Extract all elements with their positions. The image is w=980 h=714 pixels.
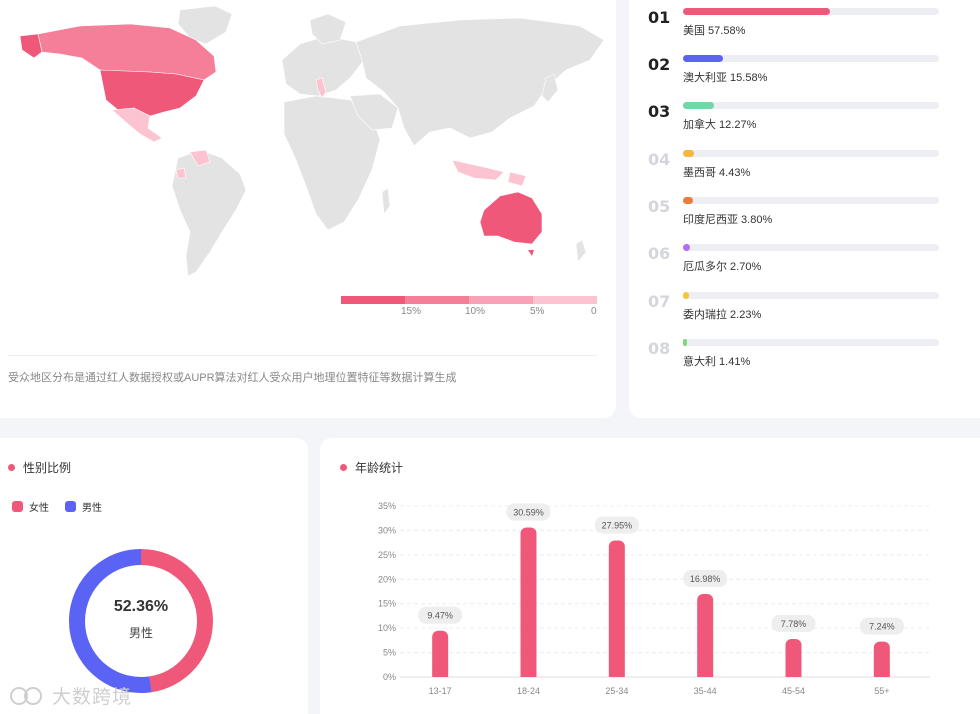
age-bar-base bbox=[432, 671, 449, 677]
age-bar-base bbox=[697, 671, 714, 677]
data-label: 7.24% bbox=[869, 622, 895, 632]
age-bar-chart: 0% 5% 10% 15% 20% 25% 30% 35% 9.47% 13-17 30.59% 18… bbox=[378, 501, 930, 696]
age-bar-base bbox=[873, 671, 890, 677]
age-bar[interactable] bbox=[432, 630, 449, 677]
data-label: 30.59% bbox=[513, 508, 544, 518]
x-tick-label: 35-44 bbox=[694, 686, 717, 696]
x-tick-label: 55+ bbox=[874, 686, 889, 696]
data-label: 7.78% bbox=[781, 619, 807, 629]
age-bar[interactable] bbox=[520, 527, 537, 677]
data-label: 27.95% bbox=[602, 520, 633, 530]
x-tick-label: 45-54 bbox=[782, 686, 805, 696]
y-tick-label: 10% bbox=[378, 623, 396, 633]
data-label: 9.47% bbox=[427, 611, 453, 621]
age-bar-base bbox=[608, 671, 625, 677]
x-tick-label: 18-24 bbox=[517, 686, 540, 696]
x-tick-label: 13-17 bbox=[429, 686, 452, 696]
y-tick-label: 5% bbox=[383, 648, 396, 658]
y-tick-label: 30% bbox=[378, 525, 396, 535]
age-bar-base bbox=[520, 671, 537, 677]
y-tick-label: 15% bbox=[378, 599, 396, 609]
y-tick-label: 20% bbox=[378, 574, 396, 584]
age-bar-base bbox=[785, 671, 802, 677]
y-tick-label: 25% bbox=[378, 550, 396, 560]
age-bar[interactable] bbox=[697, 594, 714, 677]
x-tick-label: 25-34 bbox=[605, 686, 628, 696]
y-tick-label: 35% bbox=[378, 501, 396, 511]
data-label: 16.98% bbox=[690, 574, 721, 584]
y-tick-label: 0% bbox=[383, 672, 396, 682]
age-bar[interactable] bbox=[608, 540, 625, 677]
